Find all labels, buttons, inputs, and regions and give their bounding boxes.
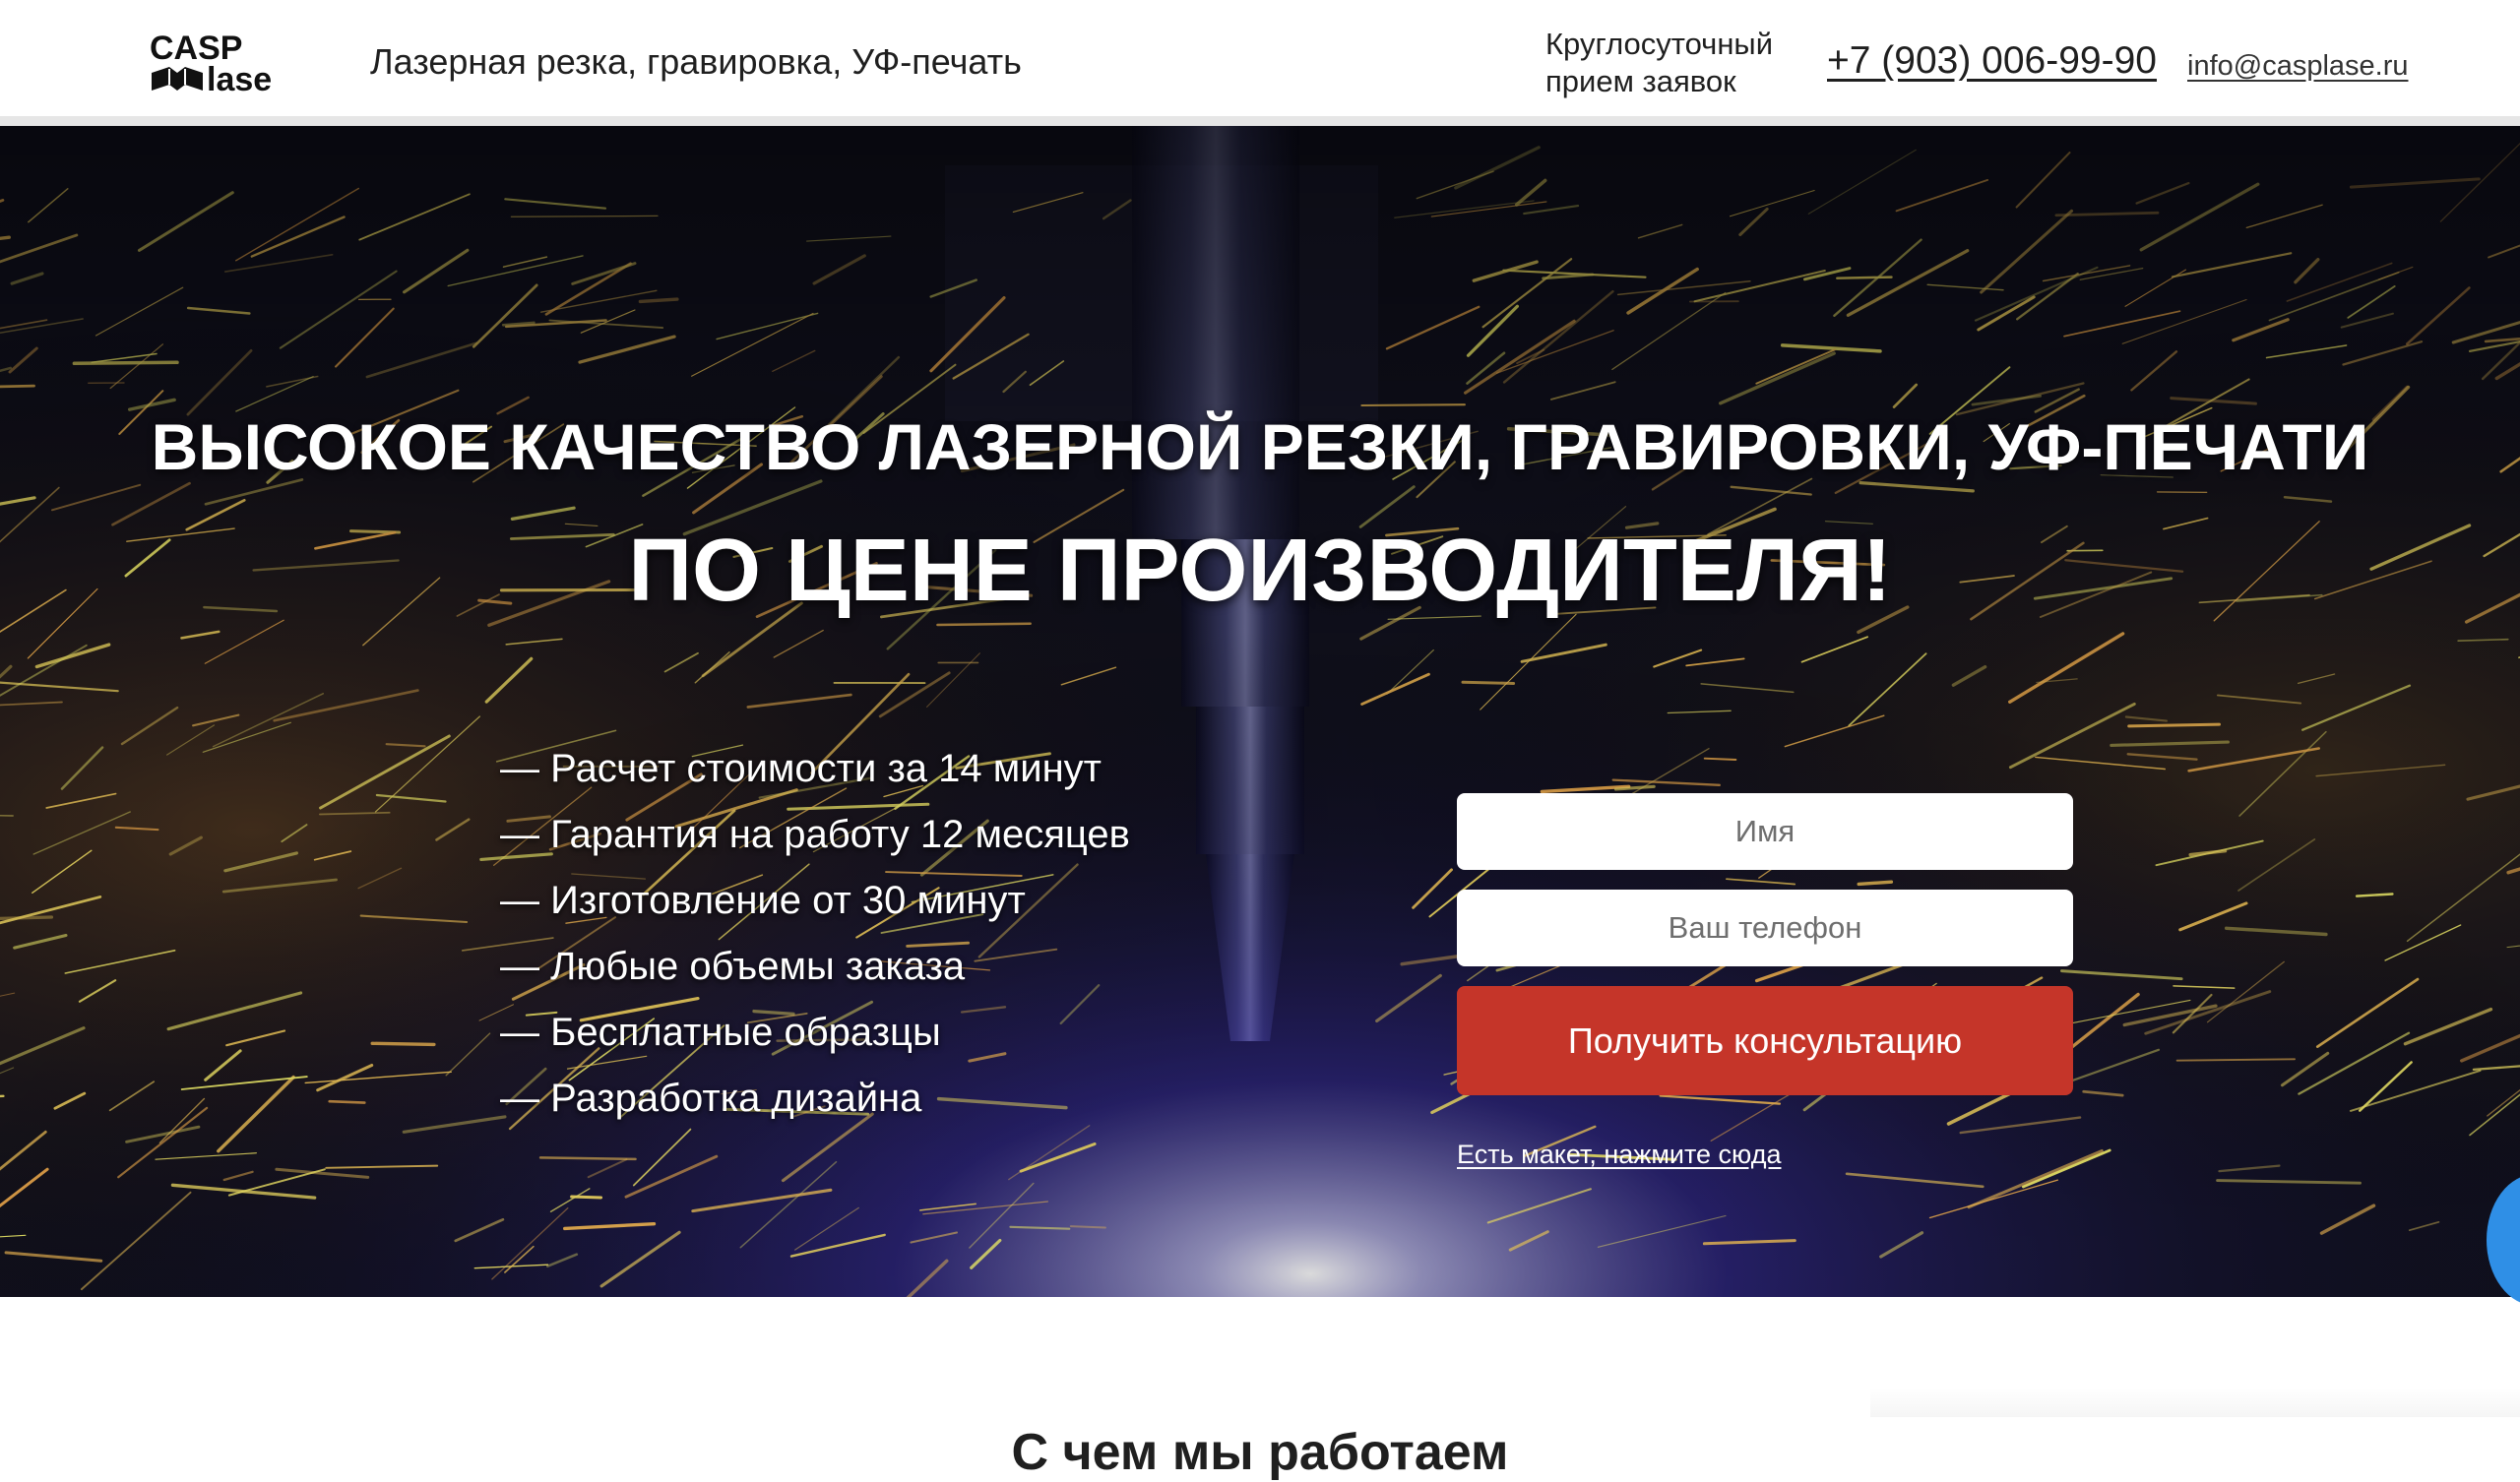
benefit-item: — Разработка дизайна	[500, 1066, 1130, 1132]
consultation-form: Получить консультацию Есть макет, нажмит…	[1457, 793, 2073, 1095]
benefit-item: — Бесплатные образцы	[500, 1000, 1130, 1066]
section-shadow	[1870, 1388, 2520, 1417]
header-divider	[0, 116, 2520, 126]
phone-link[interactable]: +7 (903) 006-99-90	[1827, 39, 2157, 83]
hero-title-line2: ПО ЦЕНЕ ПРОИЗВОДИТЕЛЯ!	[0, 521, 2520, 622]
benefit-item: — Расчет стоимости за 14 минут	[500, 736, 1130, 802]
svg-text:lase: lase	[207, 61, 272, 94]
site-tagline: Лазерная резка, гравировка, УФ-печать	[370, 41, 1022, 83]
get-consultation-button[interactable]: Получить консультацию	[1457, 986, 2073, 1095]
laser-cutting-background-image	[0, 126, 2520, 1297]
name-input[interactable]	[1457, 793, 2073, 870]
email-link[interactable]: info@casplase.ru	[2187, 50, 2409, 83]
phone-input[interactable]	[1457, 890, 2073, 966]
casplase-logo[interactable]: CASP lase	[148, 30, 293, 94]
site-header: CASP lase Лазерная резка, гравировка, УФ…	[0, 0, 2520, 116]
working-hours-line1: Круглосуточный	[1545, 26, 1773, 63]
hero-section: ВЫСОКОЕ КАЧЕСТВО ЛАЗЕРНОЙ РЕЗКИ, ГРАВИРО…	[0, 126, 2520, 1297]
benefit-item: — Любые объемы заказа	[500, 934, 1130, 1000]
benefit-item: — Гарантия на работу 12 месяцев	[500, 802, 1130, 868]
working-hours-line2: прием заявок	[1545, 63, 1773, 100]
benefit-item: — Изготовление от 30 минут	[500, 868, 1130, 934]
benefits-list: — Расчет стоимости за 14 минут — Гаранти…	[500, 736, 1130, 1132]
working-hours: Круглосуточный прием заявок	[1545, 26, 1773, 100]
hero-title-line1: ВЫСОКОЕ КАЧЕСТВО ЛАЗЕРНОЙ РЕЗКИ, ГРАВИРО…	[0, 409, 2520, 484]
services-section-title: С чем мы работаем	[0, 1423, 2520, 1482]
upload-mockup-link[interactable]: Есть макет, нажмите сюда	[1457, 1140, 1781, 1170]
